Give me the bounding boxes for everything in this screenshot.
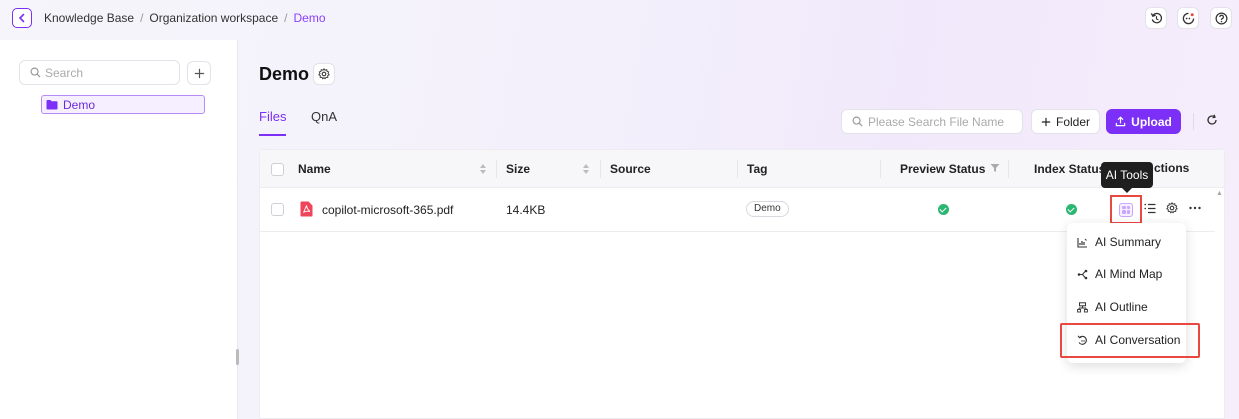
row-checkbox[interactable] (271, 203, 284, 216)
sidebar-resize-handle[interactable] (236, 349, 239, 365)
column-header-index-status: Index Status (1034, 162, 1106, 176)
search-icon (30, 67, 41, 78)
plus-icon (1041, 117, 1051, 126)
assistant-button[interactable] (1177, 7, 1199, 29)
select-all-checkbox[interactable] (271, 163, 284, 176)
top-bar: Knowledge Base / Organization workspace … (0, 0, 1239, 40)
tree-item-demo[interactable]: Demo (41, 95, 205, 114)
help-circle-icon (1215, 12, 1227, 24)
refresh-icon (1207, 114, 1217, 125)
file-size: 14.4KB (506, 203, 546, 217)
menu-item-label: AI Summary (1095, 235, 1162, 249)
column-separator (880, 160, 881, 178)
active-tab-indicator (259, 134, 286, 136)
refresh-button[interactable] (1206, 114, 1218, 129)
breadcrumb-organization-workspace[interactable]: Organization workspace (149, 11, 278, 25)
breadcrumb: Knowledge Base / Organization workspace … (44, 11, 326, 25)
preview-status-success-icon (938, 204, 949, 215)
search-icon (852, 116, 863, 127)
pdf-file-icon (300, 201, 313, 217)
breadcrumb-separator: / (284, 11, 288, 25)
file-name-link[interactable]: copilot-microsoft-365.pdf (322, 203, 453, 217)
gear-icon (318, 68, 330, 80)
column-header-name[interactable]: Name (298, 162, 331, 176)
column-separator (496, 160, 497, 178)
column-header-size[interactable]: Size (506, 162, 530, 176)
upload-icon (1115, 116, 1126, 127)
summary-chart-icon (1077, 237, 1087, 248)
add-knowledge-base-button[interactable] (187, 61, 211, 85)
chevron-left-icon (18, 13, 25, 23)
tree-item-label: Demo (63, 97, 96, 112)
file-search-input[interactable]: Please Search File Name (841, 109, 1023, 134)
column-separator (1008, 160, 1009, 178)
folder-icon (46, 100, 58, 110)
file-tag: Demo (746, 201, 789, 217)
gear-icon[interactable] (1166, 202, 1178, 214)
menu-item-ai-summary[interactable]: AI Summary (1077, 232, 1161, 252)
back-button[interactable] (12, 8, 32, 28)
upload-button[interactable]: Upload (1106, 109, 1181, 134)
new-folder-button[interactable]: Folder (1031, 109, 1100, 134)
sidebar: Search Demo (0, 40, 238, 419)
ai-tools-button[interactable] (1110, 195, 1142, 224)
menu-item-ai-outline[interactable]: AI Outline (1077, 297, 1148, 317)
list-detail-icon[interactable] (1144, 203, 1156, 214)
plus-icon (194, 68, 204, 78)
column-separator (737, 160, 738, 178)
file-search-placeholder: Please Search File Name (868, 114, 1005, 129)
undo-history-icon (1150, 12, 1162, 23)
menu-item-ai-mind-map[interactable]: AI Mind Map (1077, 264, 1162, 284)
outline-tree-icon (1077, 301, 1088, 312)
breadcrumb-knowledge-base[interactable]: Knowledge Base (44, 11, 134, 25)
menu-item-label: AI Mind Map (1095, 267, 1163, 281)
ai-tools-tooltip: AI Tools (1101, 162, 1153, 193)
breadcrumb-separator: / (140, 11, 144, 25)
ai-conversation-highlight (1060, 323, 1200, 358)
help-button[interactable] (1210, 7, 1232, 29)
sort-icon[interactable] (582, 163, 590, 175)
upload-button-label: Upload (1131, 114, 1172, 129)
more-options-icon[interactable] (1189, 206, 1201, 210)
column-separator (600, 160, 601, 178)
sort-icon[interactable] (479, 163, 487, 175)
toolbar-divider (1193, 113, 1194, 130)
knowledge-base-settings-button[interactable] (313, 63, 335, 85)
mind-map-icon (1077, 269, 1088, 279)
index-status-success-icon (1066, 204, 1077, 215)
column-header-source: Source (610, 162, 651, 176)
tab-files[interactable]: Files (259, 109, 286, 124)
page-title: Demo (259, 64, 310, 84)
sidebar-search-input[interactable]: Search (19, 60, 180, 85)
table-header: Name Size Source Tag Preview Status Inde… (260, 150, 1224, 188)
ai-tools-icon (1119, 202, 1133, 217)
filter-icon[interactable] (990, 163, 1000, 173)
column-header-preview-status: Preview Status (900, 162, 986, 176)
scroll-up-arrow[interactable]: ▲ (1216, 190, 1223, 197)
history-button[interactable] (1145, 7, 1167, 29)
folder-button-label: Folder (1055, 114, 1090, 129)
column-header-tag: Tag (747, 162, 768, 176)
search-placeholder: Search (45, 65, 84, 80)
ai-chat-icon (1182, 12, 1194, 24)
column-header-actions: ctions (1154, 161, 1190, 175)
breadcrumb-current: Demo (293, 11, 326, 25)
menu-item-label: AI Outline (1095, 300, 1148, 314)
tab-qna[interactable]: QnA (311, 109, 337, 124)
